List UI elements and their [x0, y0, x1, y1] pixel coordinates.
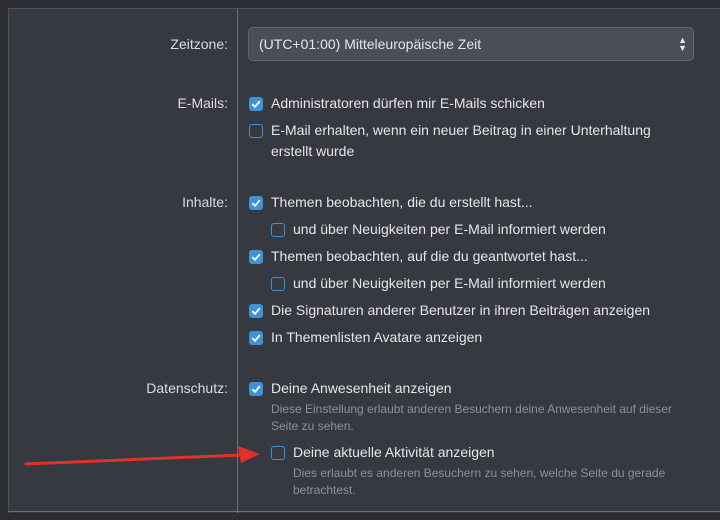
content-label: Inhalte:: [182, 194, 228, 210]
checkbox-checked-icon[interactable]: [249, 304, 263, 318]
option-label: Deine Anwesenheit anzeigen: [271, 380, 452, 396]
select-arrows-icon: ▲ ▼: [678, 35, 687, 53]
option-watch-created[interactable]: Themen beobachten, die du erstellt hast.…: [249, 194, 533, 213]
option-label: Themen beobachten, die du erstellt hast.…: [271, 194, 533, 210]
checkbox-checked-icon[interactable]: [249, 196, 263, 210]
checkbox-checked-icon[interactable]: [249, 250, 263, 264]
option-show-avatars[interactable]: In Themenlisten Avatare anzeigen: [249, 329, 483, 348]
bottom-divider: [8, 511, 720, 512]
privacy-label: Datenschutz:: [146, 380, 228, 396]
option-conversation-emails[interactable]: E-Mail erhalten, wenn ein neuer Beitrag …: [249, 122, 689, 162]
checkbox-unchecked-icon[interactable]: [271, 277, 285, 291]
option-show-signatures[interactable]: Die Signaturen anderer Benutzer in ihren…: [249, 302, 651, 321]
option-label: Administratoren dürfen mir E-Mails schic…: [271, 95, 545, 111]
option-admin-emails[interactable]: Administratoren dürfen mir E-Mails schic…: [249, 95, 545, 114]
option-show-activity[interactable]: Deine aktuelle Aktivität anzeigen: [271, 444, 495, 463]
option-label: Die Signaturen anderer Benutzer in ihren…: [271, 302, 651, 318]
option-label: E-Mail erhalten, wenn ein neuer Beitrag …: [271, 122, 651, 159]
option-label: und über Neuigkeiten per E-Mail informie…: [293, 221, 606, 237]
option-watch-replied[interactable]: Themen beobachten, auf die du geantworte…: [249, 248, 588, 267]
timezone-label: Zeitzone:: [170, 36, 228, 52]
option-show-presence[interactable]: Deine Anwesenheit anzeigen: [249, 380, 452, 399]
checkbox-checked-icon[interactable]: [249, 97, 263, 111]
option-label: Themen beobachten, auf die du geantworte…: [271, 248, 588, 264]
option-label: Deine aktuelle Aktivität anzeigen: [293, 444, 495, 460]
column-divider: [237, 9, 238, 513]
timezone-selected-value: (UTC+01:00) Mitteleuropäische Zeit: [259, 36, 482, 52]
checkbox-unchecked-icon[interactable]: [271, 446, 285, 460]
checkbox-unchecked-icon[interactable]: [271, 223, 285, 237]
hint-activity: Dies erlaubt es anderen Besuchern zu seh…: [293, 466, 666, 497]
checkbox-checked-icon[interactable]: [249, 382, 263, 396]
option-label: In Themenlisten Avatare anzeigen: [271, 329, 483, 345]
annotation-arrow-icon: [24, 446, 260, 466]
checkbox-unchecked-icon[interactable]: [249, 124, 263, 138]
timezone-select[interactable]: (UTC+01:00) Mitteleuropäische Zeit ▲ ▼: [248, 27, 694, 61]
emails-label: E-Mails:: [177, 95, 228, 111]
checkbox-checked-icon[interactable]: [249, 331, 263, 345]
option-watch-replied-email[interactable]: und über Neuigkeiten per E-Mail informie…: [271, 275, 606, 294]
option-label: und über Neuigkeiten per E-Mail informie…: [293, 275, 606, 291]
hint-presence: Diese Einstellung erlaubt anderen Besuch…: [271, 402, 672, 433]
option-watch-created-email[interactable]: und über Neuigkeiten per E-Mail informie…: [271, 221, 606, 240]
